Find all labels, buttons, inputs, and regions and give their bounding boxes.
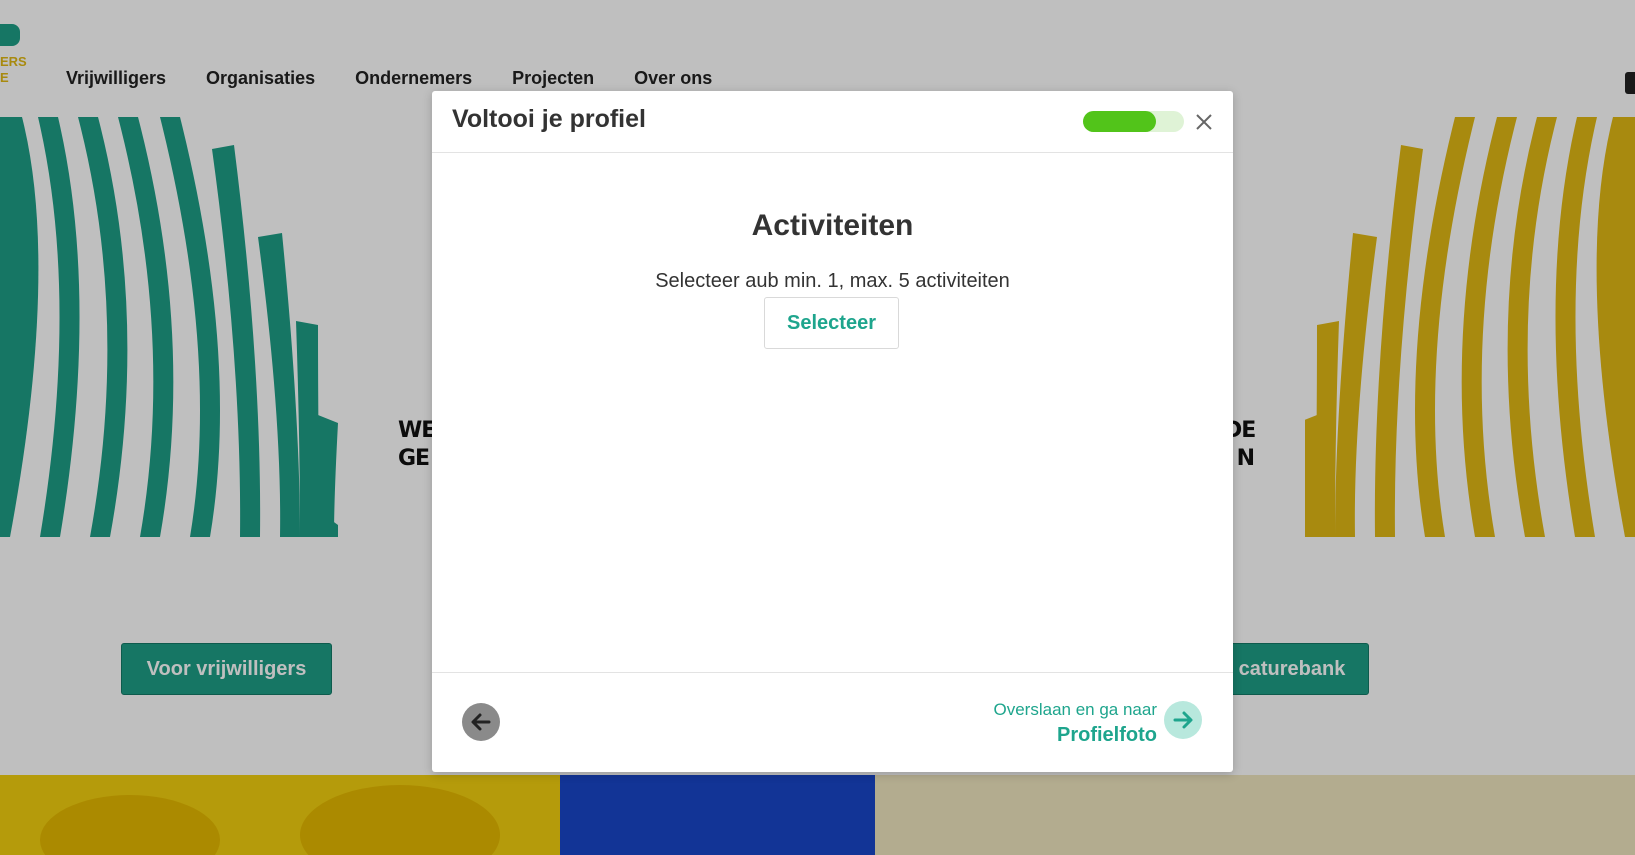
modal-body: Activiteiten Selecteer aub min. 1, max. …	[432, 153, 1233, 673]
arrow-left-icon[interactable]	[462, 703, 500, 741]
profile-progress-fill	[1083, 111, 1156, 132]
profile-modal: Voltooi je profiel Activiteiten Selectee…	[432, 91, 1233, 772]
skip-text: Overslaan en ga naar	[993, 700, 1158, 719]
next-step-label: Profielfoto	[1057, 724, 1157, 746]
modal-footer: Overslaan en ga naar Profielfoto	[432, 672, 1233, 773]
close-icon[interactable]	[1191, 109, 1217, 135]
select-activities-button[interactable]: Selecteer	[764, 297, 899, 349]
arrow-right-icon[interactable]	[1164, 701, 1202, 739]
modal-title: Voltooi je profiel	[452, 105, 646, 133]
profile-progress-bar	[1083, 111, 1184, 132]
section-subtitle: Selecteer aub min. 1, max. 5 activiteite…	[655, 270, 1010, 292]
modal-header: Voltooi je profiel	[432, 91, 1233, 153]
skip-link[interactable]: Overslaan en ga naar Profielfoto	[994, 699, 1158, 749]
section-title: Activiteiten	[751, 209, 914, 242]
